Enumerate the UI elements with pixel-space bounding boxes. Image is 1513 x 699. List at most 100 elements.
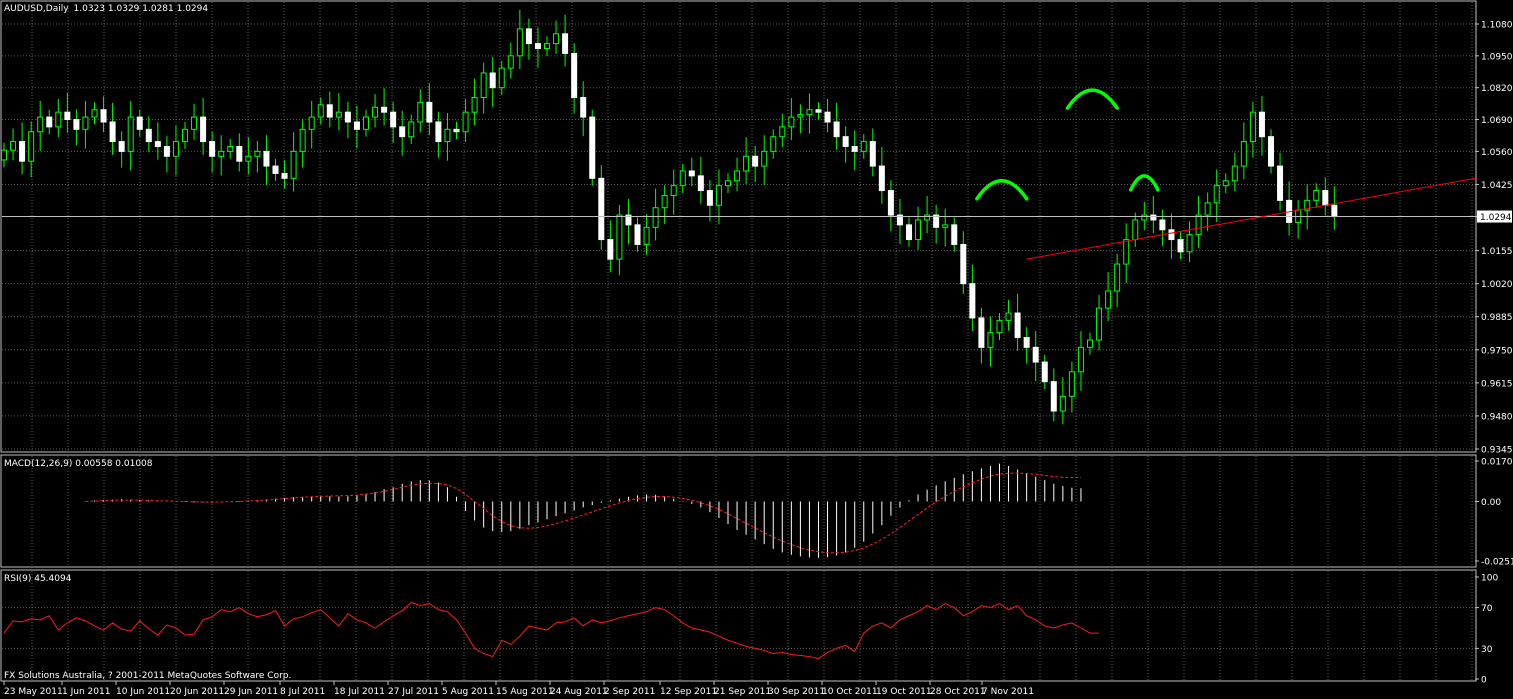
- time-tick-label: 5 Aug 2011: [442, 687, 494, 697]
- candle-body-up: [191, 116, 198, 130]
- candle-body-up: [1105, 290, 1112, 309]
- candle-body-down: [326, 104, 333, 118]
- candle-body-down: [1177, 239, 1184, 253]
- candle-body-up: [1240, 141, 1247, 167]
- candle-body-down: [353, 121, 360, 130]
- candle-body-up: [1195, 214, 1202, 236]
- candle-body-down: [1268, 136, 1274, 167]
- candle-body-up: [1123, 239, 1130, 265]
- candle-body-up: [182, 128, 188, 143]
- price-tick-label: 0.9480: [1481, 412, 1513, 422]
- candle-body-down: [435, 121, 442, 143]
- candle-body-down: [281, 172, 288, 179]
- candle-body-down: [1258, 111, 1265, 138]
- candle-body-up: [254, 150, 261, 157]
- candle-body-down: [969, 283, 976, 319]
- candle-body-down: [580, 96, 587, 118]
- time-tick-label: 24 Aug 2011: [550, 687, 608, 697]
- candle-body-up: [942, 224, 949, 228]
- candle-body-up: [37, 116, 44, 133]
- candle-body-down: [1150, 214, 1157, 221]
- candle-body-up: [643, 226, 650, 245]
- candle-body-down: [1277, 165, 1284, 201]
- price-tick-label: 0.9885: [1481, 313, 1513, 323]
- candle-body-up: [797, 114, 804, 118]
- candle-body-up: [1132, 219, 1139, 241]
- candle-body-up: [417, 101, 424, 123]
- rsi-pane-title: RSI(9) 45.4094: [4, 574, 72, 584]
- candle-body-up: [670, 185, 677, 196]
- candle-body-up: [788, 116, 795, 128]
- macd-pane-title: MACD(12,26,9) 0.00558 0.01008: [4, 459, 153, 469]
- candle-body-down: [752, 155, 759, 167]
- candle-body-up: [335, 111, 342, 118]
- candle-body-down: [960, 243, 967, 285]
- candle-body-down: [426, 101, 433, 123]
- candle-body-down: [263, 150, 270, 167]
- price-tick-label: 1.0690: [1481, 116, 1513, 126]
- candle-body-up: [317, 104, 324, 118]
- price-pane-title: AUDUSD,Daily 1.0323 1.0329 1.0281 1.0294: [4, 4, 208, 14]
- candle-body-up: [218, 150, 225, 157]
- price-tick-label: 0.9750: [1481, 346, 1513, 356]
- candle-body-up: [1186, 234, 1193, 253]
- time-tick-label: 19 Oct 2011: [876, 687, 932, 697]
- candle-body-down: [399, 126, 406, 138]
- candle-body-up: [471, 96, 478, 113]
- candle-body-down: [236, 145, 243, 162]
- price-tick-label: 1.0155: [1481, 247, 1513, 257]
- candle-body-up: [915, 219, 922, 241]
- candle-body-up: [1141, 214, 1148, 221]
- time-tick-label: 7 Nov 2011: [982, 687, 1034, 697]
- rsi-tick-label: 70: [1481, 604, 1493, 614]
- candle-body-up: [1005, 312, 1012, 321]
- candle-body-down: [525, 28, 532, 45]
- candle-body-up: [507, 55, 514, 69]
- candle-body-down: [381, 106, 388, 113]
- candle-body-up: [715, 185, 722, 206]
- time-tick-label: 12 Sep 2011: [660, 687, 717, 697]
- candle-body-up: [743, 155, 750, 172]
- candle-body-down: [951, 224, 958, 245]
- candle-body-up: [725, 180, 731, 187]
- candle-body-down: [887, 190, 894, 216]
- candle-body-up: [553, 33, 560, 45]
- candle-body-up: [616, 214, 623, 260]
- candle-body-down: [1322, 190, 1329, 206]
- rsi-tick-label: 100: [1481, 574, 1498, 584]
- candle-body-up: [227, 145, 234, 152]
- candle-body-down: [878, 165, 885, 192]
- candle-body-down: [906, 224, 912, 241]
- candle-body-up: [480, 72, 487, 98]
- candle-body-down: [688, 170, 695, 177]
- time-tick-label: 23 May 2011: [4, 687, 63, 697]
- time-tick-label: 27 Jul 2011: [388, 687, 439, 697]
- copyright-footer: FX Solutions Australia, ? 2001-2011 Meta…: [4, 671, 291, 681]
- candle-body-up: [679, 170, 686, 187]
- candle-body-down: [46, 116, 53, 128]
- candle-body-up: [1204, 202, 1211, 216]
- candle-body-down: [842, 136, 849, 147]
- candle-body-down: [706, 190, 713, 206]
- candle-body-up: [661, 194, 668, 209]
- candle-body-up: [1068, 371, 1075, 397]
- candle-body-down: [209, 141, 216, 157]
- candle-body-up: [1096, 307, 1103, 341]
- time-tick-label: 29 Jun 2011: [224, 687, 278, 697]
- candle-body-up: [1222, 180, 1229, 187]
- time-tick-label: 15 Aug 2011: [496, 687, 554, 697]
- macd-tick-label: 0.01709: [1481, 458, 1513, 468]
- time-tick-label: 28 Oct 2011: [930, 687, 986, 697]
- candle-body-up: [127, 116, 134, 152]
- candle-body-up: [172, 141, 179, 157]
- candle-body-down: [163, 145, 170, 157]
- candle-body-down: [1023, 337, 1030, 348]
- macd-tick-label: 0.00: [1481, 498, 1501, 508]
- candle-body-down: [118, 141, 125, 152]
- candle-body-down: [489, 72, 496, 89]
- rsi-tick-label: 0: [1481, 676, 1487, 686]
- time-tick-label: 1 Jun 2011: [62, 687, 110, 697]
- candle-body-up: [372, 106, 379, 118]
- candle-body-down: [815, 109, 822, 113]
- candle-body-down: [571, 52, 578, 98]
